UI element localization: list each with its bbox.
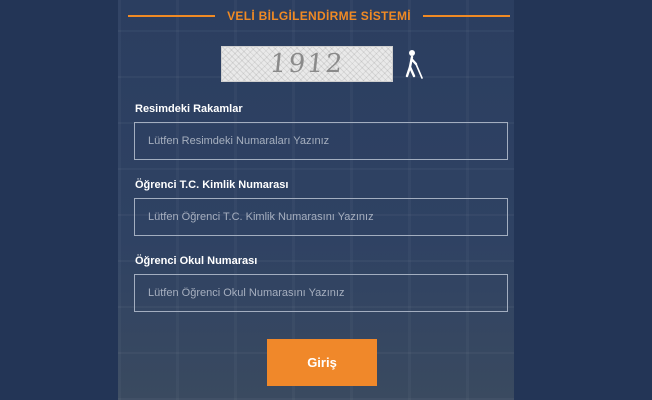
login-panel: VELİ BİLGİLENDİRME SİSTEMİ 1912 Resimdek… [0,0,652,400]
captcha-input[interactable] [134,122,508,160]
page-title: VELİ BİLGİLENDİRME SİSTEMİ [227,9,411,23]
heading-line-left [128,15,216,17]
captcha-row: 1912 [221,46,425,82]
login-button[interactable]: Giriş [267,339,377,386]
captcha-image: 1912 [221,46,393,82]
page-heading: VELİ BİLGİLENDİRME SİSTEMİ [128,6,510,26]
tc-label: Öğrenci T.C. Kimlik Numarası [135,179,289,191]
captcha-text: 1912 [268,49,346,79]
school-number-input[interactable] [134,274,508,312]
tc-number-input[interactable] [134,198,508,236]
captcha-label: Resimdeki Rakamlar [135,103,243,115]
wheelchair-accessibility-icon[interactable] [403,49,425,79]
school-number-label: Öğrenci Okul Numarası [135,255,258,267]
heading-line-right [422,15,510,17]
